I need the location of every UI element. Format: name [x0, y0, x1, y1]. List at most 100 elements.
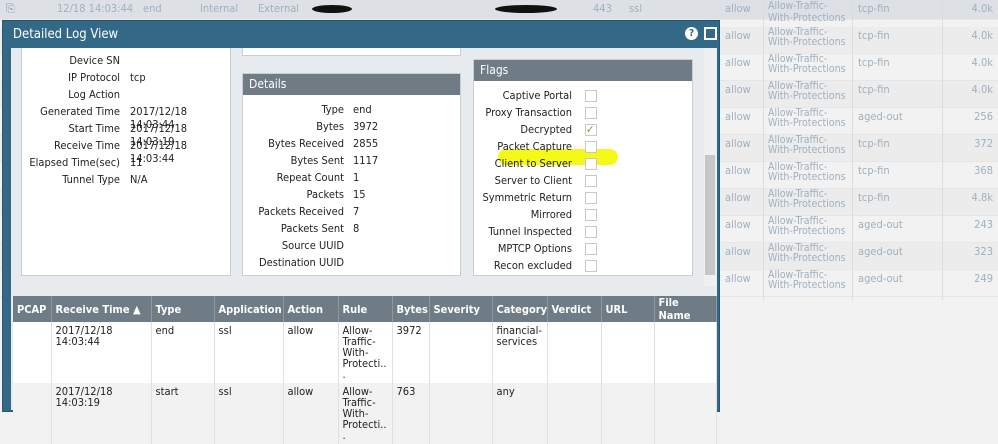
general-field: Device SN	[22, 54, 230, 71]
field-value: 15	[353, 188, 366, 201]
column-header[interactable]: PCAP	[13, 296, 52, 322]
column-header[interactable]: Action	[283, 296, 339, 322]
checkbox[interactable]	[585, 260, 597, 272]
scrollbar[interactable]	[704, 48, 716, 286]
cell-action: allow	[725, 83, 751, 96]
table-cell	[429, 383, 493, 444]
flag-label: MPTCP Options	[497, 242, 572, 255]
cell-end-reason: aged-out	[858, 245, 903, 258]
table-row[interactable]: 2017/12/18 14:03:19 start ssl allow Allow- Tr…	[13, 383, 717, 444]
table-cell	[547, 322, 602, 383]
column-header[interactable]: Application	[214, 296, 284, 322]
table-cell: 2017/12/18 14:03:19	[51, 383, 152, 444]
details-field: Packets Received 7	[243, 205, 460, 222]
checkbox[interactable]	[585, 192, 597, 204]
cell-rule: Allow-Traffic-With-Protections	[768, 269, 846, 291]
field-value: 7	[353, 205, 360, 218]
field-label: Type	[321, 103, 344, 116]
details-field: Source UUID	[243, 239, 460, 256]
field-label: Receive Time	[53, 139, 120, 152]
column-header[interactable]: Bytes	[392, 296, 430, 322]
column-header[interactable]: Severity	[429, 296, 493, 322]
general-field: Generated Time 2017/12/18 14:03:44	[22, 105, 230, 131]
field-label: Tunnel Type	[62, 173, 120, 186]
details-panel: Details Type end Bytes 3972 Bytes Received 28…	[242, 73, 461, 276]
field-label: Start Time	[68, 122, 121, 135]
table-cell	[601, 322, 655, 383]
detailed-log-view-dialog: Detailed Log View ? Device SN IP Protocol…	[2, 20, 720, 444]
field-value: end	[353, 103, 372, 116]
checkbox[interactable]	[585, 158, 597, 170]
cell-bytes: 4.8k	[971, 191, 993, 204]
column-header[interactable]: Receive Time ▲	[51, 296, 152, 322]
column-header[interactable]: Rule	[338, 296, 393, 322]
field-label: Packets Received	[258, 205, 344, 218]
maximize-icon[interactable]	[704, 27, 717, 40]
column-divider	[763, 0, 764, 300]
flag-field: Client to Server	[474, 157, 692, 174]
details-field: Destination UUID	[243, 256, 460, 273]
flag-field: Captive Portal	[474, 89, 692, 106]
field-value: 8	[353, 222, 360, 235]
field-label: Packets	[306, 188, 344, 201]
cell-end-reason: tcp-fin	[858, 191, 890, 204]
cell-rule: Allow-Traffic-With-Protections	[768, 215, 846, 237]
cell-bytes: 256	[974, 110, 993, 123]
field-value: 2855	[353, 137, 379, 150]
column-header[interactable]: URL	[601, 296, 655, 322]
cell-bytes: 4.0k	[971, 2, 993, 15]
field-value: 1117	[353, 154, 379, 167]
cell-end-reason: tcp-fin	[858, 83, 890, 96]
cell-time: 12/18 14:03:44	[57, 2, 134, 15]
cell-action: allow	[725, 191, 751, 204]
field-label: Destination UUID	[259, 256, 344, 269]
details-header: Details	[243, 74, 460, 95]
flag-label: Server to Client	[494, 174, 572, 187]
cell-port: 443	[593, 2, 612, 15]
column-header[interactable]: Category	[492, 296, 548, 322]
checkbox[interactable]	[585, 107, 597, 119]
cell-rule: Allow-Traffic-With-Protections	[768, 26, 846, 48]
table-cell: end	[151, 322, 215, 383]
checkbox[interactable]	[585, 90, 597, 102]
cell-rule: Allow-Traffic-With-Protections	[768, 80, 846, 102]
column-divider	[942, 0, 943, 300]
table-cell: financial-services	[492, 322, 548, 383]
flag-label: Packet Capture	[497, 140, 572, 153]
cell-app: ssl	[629, 2, 643, 15]
log-row-selected[interactable]: 12/18 14:03:44 end Internal External 443 ssl a…	[0, 0, 998, 24]
cell-action: allow	[725, 218, 751, 231]
table-cell	[13, 322, 52, 383]
cell-bytes: 4.0k	[971, 56, 993, 69]
cell-bytes: 323	[974, 245, 993, 258]
flag-field: Proxy Transaction	[474, 106, 692, 123]
field-label: Packets Sent	[280, 222, 344, 235]
table-row[interactable]: 2017/12/18 14:03:44 end ssl allow Allow- Traf…	[13, 322, 717, 383]
column-header[interactable]: Type	[151, 296, 215, 322]
checkbox[interactable]	[585, 209, 597, 221]
table-cell: Allow- Traffic- With- Protecti...	[338, 383, 393, 444]
redacted-address	[495, 5, 557, 13]
cell-rule: Allow-Traffic-With-Protections	[768, 188, 846, 210]
flag-label: Captive Portal	[502, 89, 572, 102]
log-detail-icon[interactable]: ⎘	[6, 3, 15, 15]
field-label: Bytes Received	[268, 137, 344, 150]
table-cell: ssl	[214, 383, 284, 444]
checkbox[interactable]	[585, 243, 597, 255]
table-cell: Allow- Traffic- With- Protecti...	[338, 322, 393, 383]
checkbox[interactable]	[585, 226, 597, 238]
field-value: 11	[130, 156, 143, 169]
column-header[interactable]: Verdict	[547, 296, 602, 322]
field-value: N/A	[130, 173, 148, 186]
scrollbar-thumb[interactable]	[705, 155, 715, 275]
flag-field: Symmetric Return	[474, 191, 692, 208]
column-header[interactable]: File Name	[654, 296, 717, 322]
details-field: Bytes Sent 1117	[243, 154, 460, 171]
dialog-body: Device SN IP Protocol tcp Log Action Generat…	[11, 48, 717, 444]
checkbox-checked[interactable]: ✓	[585, 124, 597, 136]
checkbox[interactable]	[585, 175, 597, 187]
flag-field: Recon excluded	[474, 259, 692, 276]
table-cell: start	[151, 383, 215, 444]
checkbox[interactable]	[585, 141, 597, 153]
help-icon[interactable]: ?	[685, 27, 698, 40]
